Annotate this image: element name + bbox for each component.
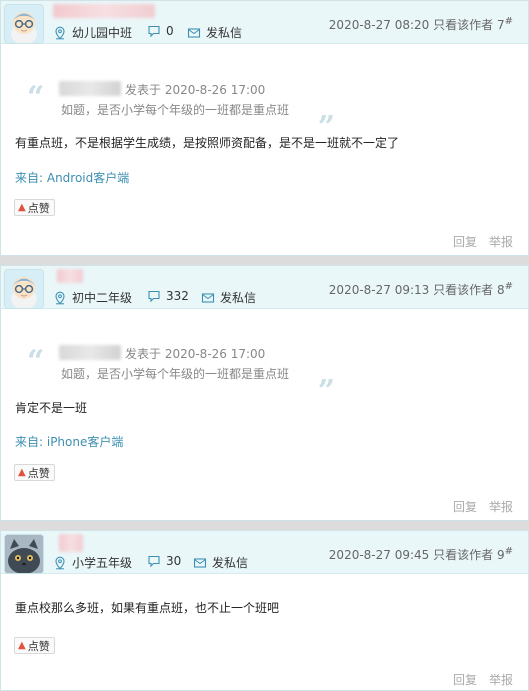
thumbs-up-icon: ▲ [18, 202, 26, 213]
post-actions: 回复 举报 [441, 671, 513, 688]
quote-open-icon: “ [27, 344, 45, 379]
post-content: 有重点班，不是根据学生成绩，是按照师资配备，是不是一班就不一定了 [15, 136, 400, 150]
report-link[interactable]: 举报 [489, 500, 513, 514]
quote-block: “ 发表于 2020-8-26 17:00 如题，是否小学每个年级的一班都是重点… [27, 80, 335, 143]
post-actions: 回复 举报 [441, 498, 513, 515]
quoted-author-redacted [59, 81, 121, 96]
post-7: 幼儿园中班 0 发私信 2020-8-27 08:20 只看该作者 7# “ 发… [0, 0, 529, 256]
send-message-link[interactable]: 发私信 [187, 24, 242, 41]
envelope-icon [201, 292, 215, 303]
username-redacted[interactable] [59, 534, 83, 552]
reply-link[interactable]: 回复 [453, 500, 477, 514]
chat-bubble-icon [148, 555, 160, 568]
like-button[interactable]: ▲ 点赞 [14, 637, 55, 654]
username-redacted[interactable] [53, 4, 155, 18]
only-author-link[interactable]: 只看该作者 [433, 283, 493, 297]
avatar[interactable] [4, 269, 44, 309]
quote-text: 如题，是否小学每个年级的一班都是重点班 [61, 367, 290, 381]
post-time: 2020-8-27 09:13 只看该作者 8# [328, 281, 513, 297]
avatar[interactable] [4, 534, 44, 574]
hash-icon: # [504, 16, 513, 27]
username-redacted[interactable] [57, 269, 83, 283]
chat-bubble-icon [148, 25, 160, 38]
only-author-link[interactable]: 只看该作者 [433, 18, 493, 32]
source-link[interactable]: 来自: Android客户端 [15, 169, 129, 186]
post-header: 小学五年级 30 发私信 2020-8-27 09:45 只看该作者 9# [1, 531, 528, 574]
avatar[interactable] [4, 4, 44, 44]
quoted-author-redacted [59, 345, 121, 360]
quote-text: 如题，是否小学每个年级的一班都是重点班 [61, 103, 290, 117]
hash-icon: # [504, 546, 513, 557]
user-level-label: 幼儿园中班 [72, 26, 133, 40]
quote-close-icon: ” [317, 374, 335, 409]
reply-count[interactable]: 0 [147, 24, 174, 38]
thumbs-up-icon: ▲ [18, 467, 26, 478]
thumbs-up-icon: ▲ [18, 640, 26, 651]
user-badge: 初中二年级 [53, 289, 132, 306]
floor-number: 8 [496, 283, 505, 297]
post-time: 2020-8-27 09:45 只看该作者 9# [328, 546, 513, 562]
report-link[interactable]: 举报 [489, 235, 513, 249]
post-9: 小学五年级 30 发私信 2020-8-27 09:45 只看该作者 9# 重点… [0, 530, 529, 691]
reply-link[interactable]: 回复 [453, 235, 477, 249]
quote-open-icon: “ [27, 80, 45, 115]
user-badge: 小学五年级 [53, 554, 132, 571]
like-button[interactable]: ▲ 点赞 [14, 464, 55, 481]
post-header: 幼儿园中班 0 发私信 2020-8-27 08:20 只看该作者 7# [1, 1, 528, 44]
location-pin-icon [55, 291, 65, 304]
like-button[interactable]: ▲ 点赞 [14, 199, 55, 216]
floor-number: 7 [496, 18, 505, 32]
quote-meta: 发表于 2020-8-26 17:00 [125, 347, 266, 361]
location-pin-icon [55, 26, 65, 39]
user-badge: 幼儿园中班 [53, 24, 132, 41]
send-message-link[interactable]: 发私信 [201, 289, 256, 306]
user-level-label: 初中二年级 [72, 291, 133, 305]
hash-icon: # [504, 281, 513, 292]
report-link[interactable]: 举报 [489, 673, 513, 687]
reply-count[interactable]: 30 [147, 554, 181, 568]
envelope-icon [193, 557, 207, 568]
chat-bubble-icon [148, 290, 160, 303]
post-actions: 回复 举报 [441, 233, 513, 250]
user-level-label: 小学五年级 [72, 556, 133, 570]
quote-block: “ 发表于 2020-8-26 17:00 如题，是否小学每个年级的一班都是重点… [27, 344, 335, 407]
quote-meta: 发表于 2020-8-26 17:00 [125, 83, 266, 97]
envelope-icon [187, 27, 201, 38]
post-time: 2020-8-27 08:20 只看该作者 7# [328, 16, 513, 32]
floor-number: 9 [496, 548, 505, 562]
post-content: 重点校那么多班，如果有重点班，也不止一个班吧 [15, 601, 280, 615]
send-message-link[interactable]: 发私信 [193, 554, 248, 571]
source-link[interactable]: 来自: iPhone客户端 [15, 433, 123, 450]
location-pin-icon [55, 556, 65, 569]
post-header: 初中二年级 332 发私信 2020-8-27 09:13 只看该作者 8# [1, 266, 528, 309]
post-content: 肯定不是一班 [15, 401, 88, 415]
post-8: 初中二年级 332 发私信 2020-8-27 09:13 只看该作者 8# “… [0, 265, 529, 521]
reply-link[interactable]: 回复 [453, 673, 477, 687]
reply-count[interactable]: 332 [147, 289, 189, 303]
only-author-link[interactable]: 只看该作者 [433, 548, 493, 562]
